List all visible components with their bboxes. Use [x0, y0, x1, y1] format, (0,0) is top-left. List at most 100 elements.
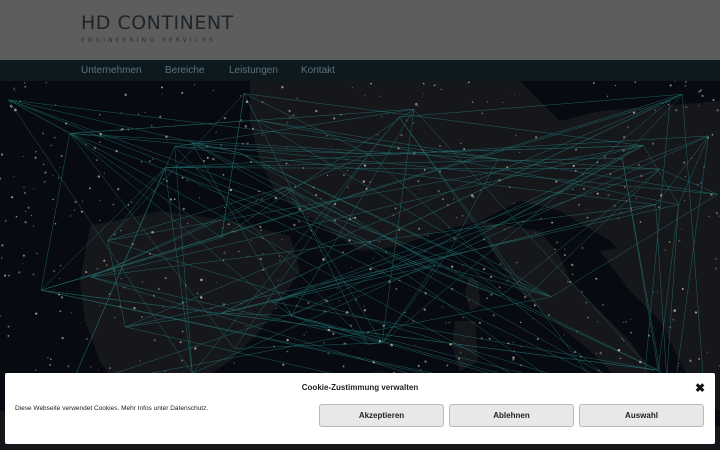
city-light [255, 201, 256, 203]
network-line [272, 301, 292, 316]
city-light [14, 90, 16, 92]
city-light [99, 133, 102, 136]
city-light [685, 175, 687, 178]
city-light [222, 303, 226, 306]
city-light [483, 267, 486, 271]
city-light [97, 369, 99, 371]
city-light [490, 293, 493, 296]
city-light [352, 217, 354, 220]
decline-cookies-button[interactable]: Ablehnen [449, 404, 574, 427]
city-light [639, 360, 642, 364]
city-light [563, 254, 566, 257]
city-light [343, 174, 345, 176]
city-light [578, 203, 580, 206]
city-light [297, 220, 301, 223]
city-light [242, 142, 244, 145]
city-light [157, 287, 160, 291]
city-light [390, 343, 393, 347]
nav-item-leistungen[interactable]: Leistungen [229, 60, 278, 81]
city-light [647, 334, 651, 337]
city-light [379, 95, 381, 97]
city-light [620, 211, 622, 213]
city-light [448, 227, 450, 229]
city-light [109, 367, 111, 369]
close-icon[interactable]: ✖ [693, 381, 707, 395]
city-light [137, 113, 140, 115]
city-light [607, 193, 610, 197]
nav-item-kontakt[interactable]: Kontakt [301, 60, 335, 81]
city-light [98, 305, 100, 307]
city-light [273, 345, 275, 348]
city-light [367, 331, 370, 334]
city-light [486, 101, 488, 103]
city-light [622, 135, 626, 139]
network-line [381, 251, 450, 343]
city-light [581, 246, 584, 249]
city-light [130, 201, 133, 204]
city-light [116, 187, 120, 191]
city-light [422, 82, 425, 85]
city-light [369, 241, 371, 243]
city-light [85, 271, 88, 274]
city-light [439, 170, 441, 173]
city-light [561, 162, 563, 164]
city-light [609, 173, 612, 176]
city-light [457, 357, 461, 360]
city-light [512, 358, 515, 361]
city-light [678, 362, 680, 365]
city-light [364, 94, 366, 97]
city-light [417, 364, 420, 367]
city-light [580, 355, 582, 358]
city-light [70, 312, 72, 314]
city-light [363, 164, 367, 167]
city-light [240, 119, 243, 122]
city-light [700, 89, 703, 92]
city-light [422, 93, 425, 95]
city-light [703, 166, 705, 168]
city-light [85, 143, 87, 146]
city-light [119, 305, 121, 307]
city-light [669, 326, 672, 329]
network-line [234, 342, 383, 349]
city-light [513, 350, 515, 352]
city-light [342, 365, 345, 368]
city-light [279, 259, 281, 261]
city-light [533, 304, 536, 307]
city-light [446, 203, 449, 206]
city-light [608, 186, 610, 188]
city-light [372, 361, 375, 364]
city-light [519, 321, 522, 324]
city-light [336, 287, 338, 289]
city-light [240, 302, 243, 305]
city-light [315, 109, 318, 113]
city-light [248, 306, 250, 308]
site-logo[interactable]: HD CONTINENT ENGINEERING SERVICES [81, 12, 234, 44]
city-light [714, 267, 718, 270]
city-light [89, 366, 92, 368]
nav-item-bereiche[interactable]: Bereiche [165, 60, 204, 81]
city-light [120, 111, 122, 113]
city-light [492, 314, 496, 317]
nav-item-unternehmen[interactable]: Unternehmen [81, 60, 142, 81]
city-light [274, 196, 278, 200]
accept-cookies-button[interactable]: Akzeptieren [319, 404, 444, 427]
choose-cookies-button[interactable]: Auswahl [579, 404, 704, 427]
city-light [326, 135, 328, 137]
city-light [592, 82, 595, 84]
city-light [675, 109, 678, 112]
city-light [32, 273, 35, 276]
city-light [400, 133, 403, 137]
city-light [54, 223, 57, 225]
city-light [619, 358, 621, 360]
city-light [57, 177, 60, 179]
city-light [684, 81, 687, 84]
city-light [285, 162, 288, 165]
city-light [568, 280, 572, 284]
city-light [622, 339, 625, 342]
city-light [326, 300, 329, 302]
city-light [42, 132, 44, 135]
city-light [481, 112, 483, 114]
city-light [307, 216, 309, 218]
city-light [13, 175, 15, 178]
city-light [277, 279, 279, 281]
